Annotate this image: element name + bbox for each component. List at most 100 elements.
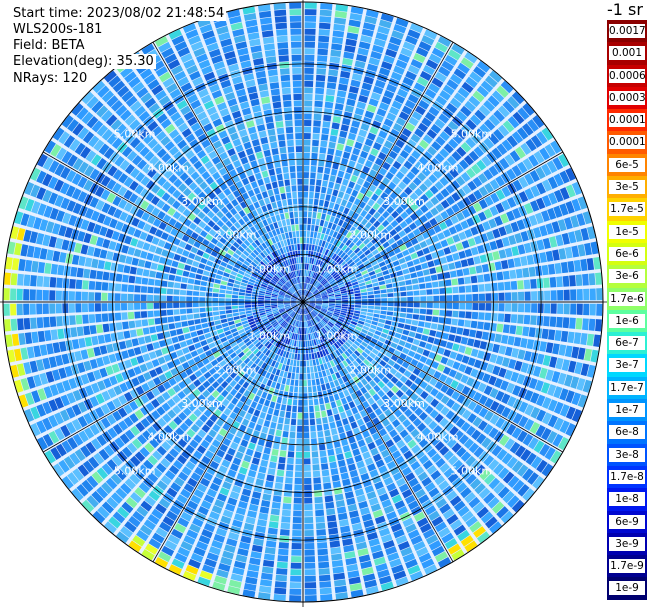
range-gate [457, 277, 465, 285]
range-gate [320, 456, 328, 464]
range-gate [326, 514, 337, 522]
range-gate [17, 318, 24, 331]
range-gate [166, 309, 174, 316]
range-gate [311, 438, 318, 445]
range-gate [314, 192, 320, 199]
range-gate [588, 318, 596, 331]
range-gate [140, 294, 147, 302]
range-gate [457, 319, 465, 327]
range-gate [588, 273, 596, 286]
range-gate [407, 296, 414, 302]
range-gate [264, 300, 271, 302]
range-gate [313, 113, 322, 121]
range-gate [10, 273, 18, 286]
range-gate [562, 317, 570, 329]
range-gate [510, 280, 518, 290]
range-gate [582, 318, 589, 331]
range-gate [153, 295, 160, 302]
range-gate [304, 22, 316, 29]
range-gate [303, 178, 309, 185]
range-gate [394, 297, 401, 302]
range-gate [218, 293, 226, 298]
range-gate [43, 316, 50, 328]
range-gate [462, 267, 470, 276]
range-gate [335, 300, 342, 302]
range-gate [303, 185, 309, 192]
range-gate [10, 318, 18, 331]
range-gate [387, 297, 394, 302]
range-gate [294, 379, 299, 387]
range-gate [149, 270, 157, 278]
range-gate [304, 2, 317, 9]
range-gate [318, 443, 326, 451]
range-gate [193, 285, 200, 291]
range-gate [432, 288, 440, 295]
range-gate [278, 542, 289, 549]
range-gate [127, 303, 134, 311]
range-gate [304, 582, 317, 589]
range-gate [452, 294, 459, 302]
range-gate [412, 284, 420, 290]
range-gate [400, 302, 407, 307]
range-gate [167, 281, 175, 288]
range-gate [274, 587, 287, 595]
range-gate [524, 291, 531, 301]
range-gate [276, 469, 285, 477]
range-gate [30, 317, 37, 329]
range-gate [469, 266, 477, 275]
range-gate [321, 463, 329, 470]
range-gate [283, 496, 292, 504]
range-gate [160, 287, 167, 294]
range-gate [303, 146, 311, 153]
range-gate [136, 267, 144, 276]
range-gate [314, 94, 324, 101]
range-gate [16, 288, 23, 301]
range-gate [186, 290, 193, 296]
range-gate [556, 316, 563, 328]
range-gate [425, 315, 433, 322]
range-gate [166, 302, 173, 309]
range-gate [443, 271, 451, 279]
range-gate [304, 575, 316, 582]
range-gate [314, 496, 323, 504]
range-gate [315, 87, 325, 95]
range-gate [289, 588, 302, 595]
range-gate [550, 303, 557, 314]
range-gate [192, 308, 200, 313]
range-gate [49, 277, 57, 288]
range-gate [459, 302, 466, 310]
range-gate [515, 268, 523, 279]
range-gate [293, 503, 302, 511]
range-gate [485, 303, 492, 311]
range-gate [469, 329, 477, 338]
range-gate [575, 274, 583, 286]
range-gate [335, 302, 342, 304]
range-gate [127, 311, 135, 320]
range-gate [307, 224, 311, 231]
range-gate [504, 281, 511, 291]
range-gate [276, 561, 288, 569]
range-gate [312, 470, 321, 478]
range-gate [491, 313, 498, 322]
range-gate [320, 594, 333, 601]
range-gate [317, 166, 324, 174]
range-gate [309, 405, 314, 413]
range-gate [361, 302, 368, 305]
range-gate [68, 303, 75, 313]
range-gate [484, 312, 492, 321]
range-gate [315, 179, 322, 186]
range-gate [301, 334, 303, 341]
range-gate [315, 185, 321, 193]
range-gate [374, 302, 381, 306]
range-gate [96, 270, 104, 280]
range-gate [88, 292, 95, 301]
range-gate [348, 299, 355, 302]
range-gate [287, 457, 294, 465]
range-gate [186, 284, 194, 290]
range-gate [231, 298, 238, 302]
range-gate [10, 288, 17, 301]
range-gate [330, 468, 339, 476]
range-gate [179, 289, 187, 296]
range-gate [328, 527, 339, 535]
range-gate [304, 93, 313, 101]
